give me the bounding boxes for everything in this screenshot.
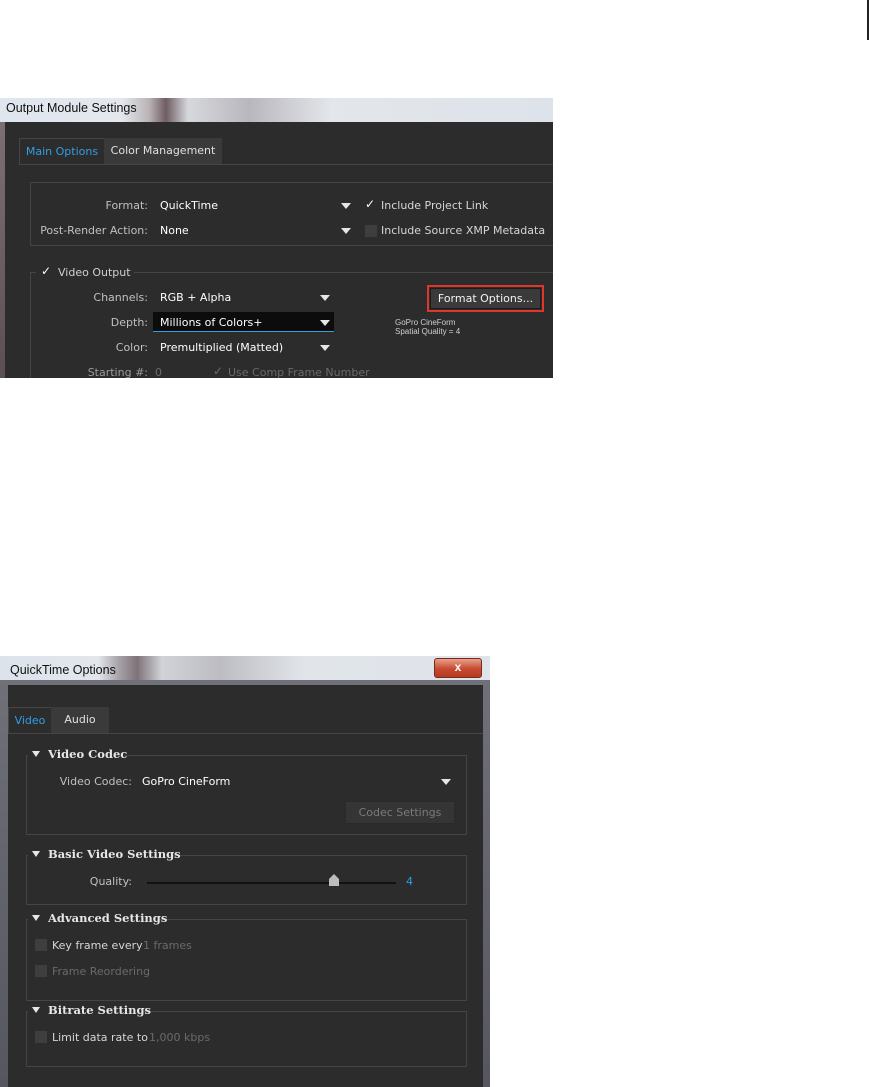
window-title: QuickTime Options	[10, 663, 116, 677]
depth-dropdown[interactable]: Millions of Colors+	[160, 316, 262, 329]
advanced-settings-group	[26, 919, 467, 1001]
tab-audio[interactable]: Audio	[51, 707, 109, 733]
tab-divider	[8, 733, 483, 734]
codec-info-line1: GoPro CineForm	[395, 318, 456, 327]
post-render-dropdown[interactable]: None	[160, 224, 189, 237]
color-dropdown-arrow-icon[interactable]	[320, 345, 330, 351]
quality-slider-track[interactable]	[147, 882, 396, 884]
channels-dropdown[interactable]: RGB + Alpha	[160, 291, 231, 304]
limit-data-rate-label[interactable]: Limit data rate to	[52, 1031, 148, 1044]
options-panel: Video Audio Video Codec Video Codec: GoP…	[8, 685, 483, 1087]
channels-label: Channels:	[93, 291, 148, 304]
window-frame: Video Audio Video Codec Video Codec: GoP…	[0, 680, 490, 1087]
bitrate-collapse-icon[interactable]	[32, 1007, 40, 1013]
frame-reordering-label[interactable]: Frame Reordering	[52, 965, 150, 978]
quality-slider-thumb[interactable]	[328, 874, 339, 886]
include-project-link-checkmark-icon[interactable]: ✓	[365, 197, 375, 211]
limit-data-rate-checkbox[interactable]	[35, 1031, 47, 1043]
color-label: Color:	[115, 341, 148, 354]
starting-number-input[interactable]: 0	[155, 366, 162, 378]
advanced-section-title[interactable]: Advanced Settings	[48, 911, 167, 925]
video-codec-section-title[interactable]: Video Codec	[48, 747, 127, 761]
output-module-title-bar[interactable]: Output Module Settings	[0, 98, 553, 122]
codec-settings-button[interactable]: Codec Settings	[345, 801, 455, 824]
advanced-collapse-icon[interactable]	[32, 915, 40, 921]
use-comp-frame-checkmark-icon[interactable]: ✓	[213, 364, 223, 378]
format-options-highlight	[427, 285, 544, 312]
video-output-label[interactable]: Video Output	[58, 266, 131, 279]
include-xmp-checkbox[interactable]	[365, 225, 377, 237]
quicktime-options-window: QuickTime Options x Video Audio Video Co…	[0, 656, 490, 1087]
video-codec-label: Video Codec:	[59, 775, 132, 788]
video-codec-collapse-icon[interactable]	[32, 751, 40, 757]
key-frame-input[interactable]: 1 frames	[143, 939, 192, 952]
video-output-checkmark-icon[interactable]: ✓	[41, 264, 51, 278]
quality-value[interactable]: 4	[406, 875, 413, 888]
quicktime-title-bar[interactable]: QuickTime Options x	[0, 656, 490, 680]
key-frame-checkbox[interactable]	[35, 939, 47, 951]
window-frame: Main Options Color Management Format: Qu…	[0, 122, 553, 378]
tab-main-options[interactable]: Main Options	[19, 138, 105, 165]
output-module-settings-window: Output Module Settings Main Options Colo…	[0, 98, 553, 378]
format-dropdown-arrow-icon[interactable]	[341, 203, 351, 209]
main-panel: Main Options Color Management Format: Qu…	[5, 122, 553, 378]
tab-color-management[interactable]: Color Management	[104, 138, 222, 164]
tab-video[interactable]: Video	[8, 707, 52, 734]
limit-data-rate-input[interactable]: 1,000	[149, 1031, 181, 1044]
depth-dropdown-arrow-icon[interactable]	[320, 320, 330, 326]
starting-number-label: Starting #:	[87, 366, 148, 378]
window-title: Output Module Settings	[6, 101, 137, 115]
format-label: Format:	[105, 199, 148, 212]
depth-label: Depth:	[110, 316, 148, 329]
include-xmp-label[interactable]: Include Source XMP Metadata	[381, 224, 545, 237]
color-dropdown[interactable]: Premultiplied (Matted)	[160, 341, 283, 354]
frame-reordering-checkbox[interactable]	[35, 965, 47, 977]
video-codec-dropdown-arrow-icon[interactable]	[441, 779, 451, 785]
basic-video-section-title[interactable]: Basic Video Settings	[48, 847, 181, 861]
limit-data-rate-unit: kbps	[184, 1031, 211, 1044]
bitrate-section-title[interactable]: Bitrate Settings	[48, 1003, 151, 1017]
tab-divider	[19, 164, 553, 165]
format-dropdown[interactable]: QuickTime	[160, 199, 218, 212]
post-render-label: Post-Render Action:	[40, 224, 148, 237]
video-codec-dropdown[interactable]: GoPro CineForm	[142, 775, 230, 788]
use-comp-frame-label[interactable]: Use Comp Frame Number	[228, 366, 370, 378]
close-icon[interactable]: x	[434, 658, 482, 678]
channels-dropdown-arrow-icon[interactable]	[320, 295, 330, 301]
key-frame-label[interactable]: Key frame every	[52, 939, 143, 952]
include-project-link-label[interactable]: Include Project Link	[381, 199, 488, 212]
post-render-dropdown-arrow-icon[interactable]	[341, 228, 351, 234]
quality-label: Quality:	[89, 875, 132, 888]
basic-video-collapse-icon[interactable]	[32, 851, 40, 857]
codec-info-line2: Spatial Quality = 4	[395, 327, 461, 336]
